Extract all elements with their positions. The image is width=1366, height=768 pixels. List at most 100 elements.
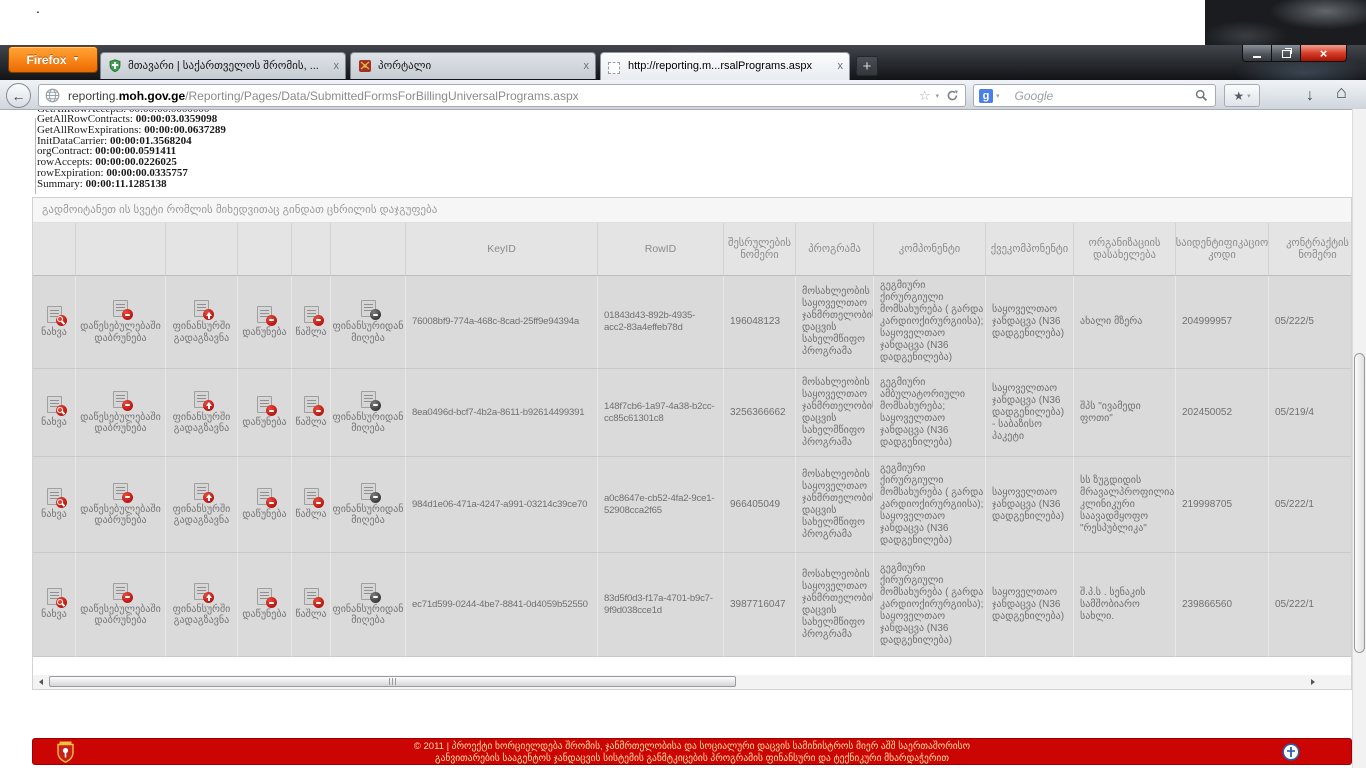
tab-reporting-active[interactable]: http://reporting.m...rsalPrograms.aspx x xyxy=(600,52,850,80)
cell-component: გეგმიური ქირურგიული მომსახურება ( გარდა … xyxy=(874,553,986,657)
table-header-cell xyxy=(76,223,166,276)
send-icon xyxy=(194,300,209,317)
action-return-button[interactable]: დაწესებულებაში დაბრუნება xyxy=(76,457,166,553)
table-header-rowid[interactable]: RowID xyxy=(598,223,724,276)
restore-button[interactable] xyxy=(1272,45,1301,62)
cell-component: გეგმიური ამბულატორიული მომსახურება; საყო… xyxy=(874,369,986,457)
table-header-component[interactable]: კომპონენტი xyxy=(874,223,986,276)
horizontal-scrollbar[interactable] xyxy=(33,675,1351,689)
action-receive-financial-button[interactable]: ფინანსურიდან მიღება xyxy=(331,369,406,457)
desktop-strip: . xyxy=(0,0,1366,45)
horizontal-scrollbar-thumb[interactable] xyxy=(49,676,736,687)
action-reject-button[interactable]: დაწუნება xyxy=(238,457,292,553)
back-button[interactable]: ← xyxy=(6,83,31,108)
search-bar[interactable]: g ▾ Google xyxy=(973,84,1216,107)
table-header-program[interactable]: პროგრამა xyxy=(796,223,874,276)
download-arrow-icon: ↓ xyxy=(1306,87,1314,105)
action-label: დაწუნება xyxy=(242,417,286,429)
bookmark-star-icon[interactable]: ☆ xyxy=(919,88,931,104)
cell-number: 966405049 xyxy=(724,457,796,553)
globe-icon xyxy=(45,88,60,103)
action-label: დაწესებულებაში დაბრუნება xyxy=(78,321,163,344)
action-delete-button[interactable]: წაშლა xyxy=(292,369,331,457)
action-return-button[interactable]: დაწესებულებაში დაბრუნება xyxy=(76,553,166,657)
action-return-button[interactable]: დაწესებულებაში დაბრუნება xyxy=(76,369,166,457)
minimize-button[interactable] xyxy=(1242,45,1272,62)
close-window-button[interactable]: × xyxy=(1301,45,1347,62)
bookmarks-button[interactable]: ★ ▾ xyxy=(1224,84,1260,107)
action-delete-button[interactable]: წაშლა xyxy=(292,553,331,657)
action-send-financial-button[interactable]: ფინანსურში გადაგზავნა xyxy=(166,369,238,457)
close-icon[interactable]: x xyxy=(584,53,590,79)
tab-title: მთავარი | საქართველოს შრომის, ... xyxy=(128,53,323,79)
vertical-scrollbar-thumb[interactable] xyxy=(1354,353,1365,653)
action-reject-button[interactable]: დაწუნება xyxy=(238,276,292,369)
reload-icon[interactable] xyxy=(946,89,959,102)
cell-subcomponent: საყოველთაო ჯანდაცვა (N36 დადგენილება) - … xyxy=(986,369,1074,457)
action-send-financial-button[interactable]: ფინანსურში გადაგზავნა xyxy=(166,553,238,657)
footer-line-2: განვითარების სააგენტოს ჯანდაცვის სისტემი… xyxy=(33,753,1351,765)
google-icon[interactable]: g xyxy=(979,89,993,103)
action-delete-button[interactable]: წაშლა xyxy=(292,457,331,553)
table-header-subcomponent[interactable]: ქვეკომპონენტი xyxy=(986,223,1074,276)
return-icon xyxy=(113,483,128,500)
home-button[interactable]: ⌂ xyxy=(1336,82,1347,103)
debug-timings: GetAllRowContracts: 00:00:03.0359098 Get… xyxy=(37,114,226,190)
cell-organization: შ.პ.ს . სენაკის სამშობიარო სახლი. xyxy=(1074,553,1176,657)
downloads-button[interactable]: ↓ xyxy=(1300,84,1320,107)
action-receive-financial-button[interactable]: ფინანსურიდან მიღება xyxy=(331,553,406,657)
action-label: ნახვა xyxy=(41,327,67,339)
action-label: ფინანსურიდან მიღება xyxy=(332,321,403,344)
return-icon xyxy=(113,391,128,408)
action-label: დაწესებულებაში დაბრუნება xyxy=(78,504,163,527)
table-header-number[interactable]: შესრულების ნომერი xyxy=(724,223,796,276)
emblem-favicon-icon xyxy=(358,59,372,78)
close-icon[interactable]: x xyxy=(334,53,340,79)
action-delete-button[interactable]: წაშლა xyxy=(292,276,331,369)
table-header-contract[interactable]: კონტრაქტის ნომერი xyxy=(1269,223,1352,276)
action-view-button[interactable]: ნახვა xyxy=(33,553,76,657)
table-header-cell xyxy=(238,223,292,276)
url-bar[interactable]: reporting.moh.gov.ge/Reporting/Pages/Dat… xyxy=(38,84,966,107)
tab-mtavari[interactable]: მთავარი | საქართველოს შრომის, ... x xyxy=(100,52,346,79)
action-label: დაწესებულებაში დაბრუნება xyxy=(78,412,163,435)
table-header-code[interactable]: საიდენტიფიკაციო კოდი xyxy=(1176,223,1269,276)
action-reject-button[interactable]: დაწუნება xyxy=(238,553,292,657)
scroll-left-icon[interactable] xyxy=(36,679,43,685)
cell-contract: 05/222/5 xyxy=(1269,276,1352,369)
action-receive-financial-button[interactable]: ფინანსურიდან მიღება xyxy=(331,457,406,553)
table-header-organization[interactable]: ორგანიზაციის დასახელება xyxy=(1074,223,1176,276)
action-view-button[interactable]: ნახვა xyxy=(33,276,76,369)
new-tab-button[interactable]: + xyxy=(856,56,878,76)
action-view-button[interactable]: ნახვა xyxy=(33,457,76,553)
action-send-financial-button[interactable]: ფინანსურში გადაგზავნა xyxy=(166,276,238,369)
action-reject-button[interactable]: დაწუნება xyxy=(238,369,292,457)
panel-border xyxy=(35,118,36,194)
cell-keyid: 8ea0496d-bcf7-4b2a-8611-b92614499391 xyxy=(406,369,598,457)
chevron-down-icon[interactable]: ▾ xyxy=(996,92,1000,100)
action-label: ფინანსურიდან მიღება xyxy=(332,504,403,527)
action-return-button[interactable]: დაწესებულებაში დაბრუნება xyxy=(76,276,166,369)
search-input[interactable]: Google xyxy=(1015,89,1195,103)
action-label: წაშლა xyxy=(295,327,326,339)
url-path: /Reporting/Pages/Data/SubmittedFormsForB… xyxy=(185,89,579,103)
search-icon[interactable] xyxy=(1195,89,1208,102)
view-icon xyxy=(47,588,62,605)
action-view-button[interactable]: ნახვა xyxy=(33,369,76,457)
shield-favicon-icon xyxy=(108,59,122,78)
action-label: ფინანსურში გადაგზავნა xyxy=(168,321,235,344)
vertical-scrollbar[interactable] xyxy=(1352,109,1366,768)
chevron-down-icon[interactable]: ▾ xyxy=(935,92,939,100)
table-header-keyid[interactable]: KeyID xyxy=(406,223,598,276)
close-icon[interactable]: x xyxy=(838,53,844,79)
scroll-right-icon[interactable] xyxy=(1311,679,1318,685)
action-receive-financial-button[interactable]: ფინანსურიდან მიღება xyxy=(331,276,406,369)
action-send-financial-button[interactable]: ფინანსურში გადაგზავნა xyxy=(166,457,238,553)
receive-icon xyxy=(361,583,376,600)
send-icon xyxy=(194,391,209,408)
tab-portali[interactable]: პორტალი x xyxy=(350,52,596,79)
url-text[interactable]: reporting.moh.gov.ge/Reporting/Pages/Dat… xyxy=(68,89,919,103)
firefox-menu-button[interactable]: Firefox ▼ xyxy=(8,46,98,73)
group-by-bar[interactable]: გადმოიტანეთ ის სვეტი რომლის მიხედვითაც გ… xyxy=(33,198,1351,223)
cell-keyid: ec71d599-0244-4be7-8841-0d4059b52550 xyxy=(406,553,598,657)
